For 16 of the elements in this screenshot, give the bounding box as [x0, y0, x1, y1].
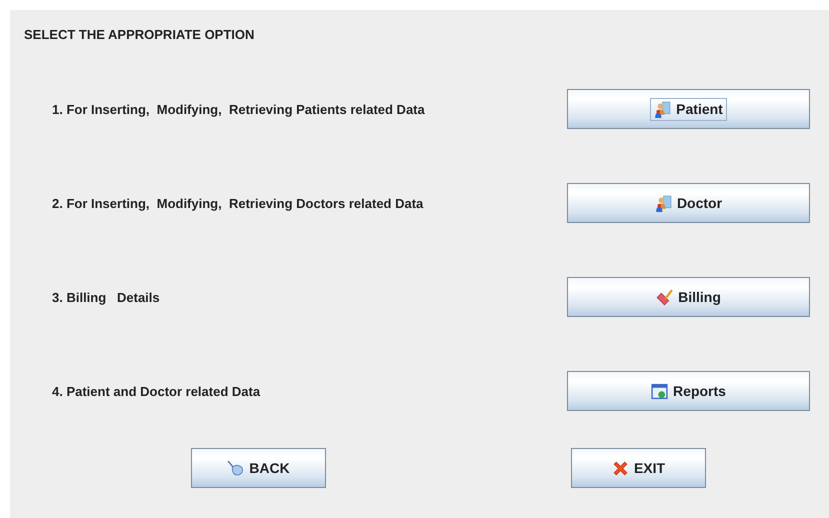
back-button[interactable]: BACK	[191, 448, 326, 488]
people-icon	[654, 100, 672, 118]
option-label: 2. For Inserting, Modifying, Retrieving Doctors related Data	[52, 196, 424, 210]
exit-button[interactable]: EXIT	[571, 448, 706, 488]
option-button[interactable]: Doctor	[567, 183, 810, 223]
option-button[interactable]: Patient	[567, 89, 810, 129]
close-icon	[612, 460, 629, 476]
option-label: 1. For Inserting, Modifying, Retrieving Patients related Data	[52, 102, 425, 116]
option-button[interactable]: Reports	[567, 371, 810, 411]
option-label: 3. Billing Details	[52, 290, 160, 304]
brush-icon	[656, 288, 674, 306]
window-icon	[651, 382, 668, 400]
option-button[interactable]: Billing	[567, 277, 810, 317]
people-icon	[654, 194, 672, 212]
option-label: 4. Patient and Doctor related Data	[52, 384, 260, 398]
heading: SELECT THE APPROPRIATE OPTION	[23, 26, 256, 44]
